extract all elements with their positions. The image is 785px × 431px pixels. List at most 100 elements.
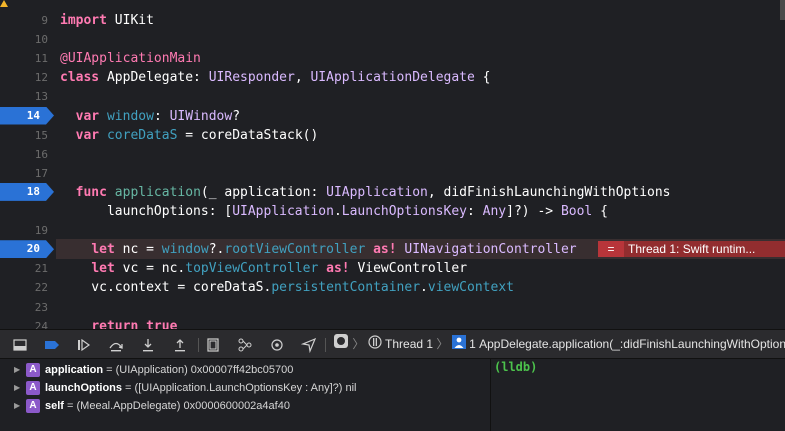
step-over-icon[interactable] [108, 337, 124, 353]
environment-overrides-icon[interactable] [269, 337, 285, 353]
code-token: UIResponder [208, 70, 295, 86]
frame-label[interactable]: 1 AppDelegate.application(_:didFinishLau… [469, 337, 785, 351]
simulate-location-icon[interactable] [300, 337, 317, 354]
breakpoints-toggle-icon[interactable] [44, 337, 60, 353]
code-token: window [161, 242, 209, 258]
code-token: AppDelegate: [99, 70, 209, 86]
code-token: nc = [114, 242, 162, 258]
disclosure-triangle-icon[interactable]: ▶ [14, 379, 20, 397]
error-annotation-badge[interactable]: = Thread 1: Swift runtim... [598, 241, 785, 258]
editor-scrollbar[interactable] [780, 0, 785, 20]
code-token: persistentContainer [271, 280, 421, 296]
variable-name: launchOptions [45, 382, 122, 394]
code-line[interactable]: vc.context = coreDataS.persistentContain… [60, 278, 514, 297]
thread-label[interactable]: Thread 1 [385, 337, 433, 351]
memory-graph-icon[interactable] [237, 337, 253, 353]
code-editor[interactable]: 910111213141516171819202122232425 import… [0, 0, 785, 329]
user-frame-icon [451, 331, 466, 359]
code-token: coreDataS [106, 127, 178, 143]
code-token: true [146, 318, 178, 329]
hide-debug-area-icon[interactable] [12, 337, 28, 353]
disclosure-triangle-icon[interactable]: ▶ [14, 397, 20, 415]
line-number: 12 [34, 71, 48, 85]
error-message: Thread 1: Swift runtim... [628, 242, 756, 257]
line-number-gutter[interactable]: 910111213141516171819202122232425 [0, 0, 56, 329]
code-token: UIApplicationDelegate [310, 70, 475, 86]
code-token: application [114, 184, 201, 200]
line-number: 14 [26, 108, 40, 122]
line-number: 21 [34, 262, 48, 276]
line-number: 18 [26, 184, 40, 198]
warning-icon[interactable] [0, 0, 8, 7]
code-line[interactable]: return true [60, 317, 177, 329]
line-number: 17 [34, 166, 48, 180]
code-token: class [60, 70, 100, 86]
code-token: topViewController [185, 261, 319, 277]
variable-name: self [45, 400, 64, 412]
code-token: Any [482, 204, 507, 219]
debug-breadcrumb[interactable]: 〉 Thread 1 〉 1 AppDelegate.application(_… [333, 330, 785, 358]
line-number: 10 [34, 33, 48, 47]
lldb-console[interactable]: (lldb) [491, 359, 785, 431]
breakpoint-marker[interactable]: 14 [0, 106, 54, 125]
argument-badge-icon: A [26, 381, 40, 395]
argument-badge-icon: A [26, 399, 40, 413]
code-line[interactable]: class AppDelegate: UIResponder, UIApplic… [60, 68, 491, 87]
code-line[interactable]: import UIKit [60, 11, 154, 30]
code-line[interactable]: let nc = window?.rootViewController as! … [60, 240, 576, 259]
code-token: { [474, 70, 491, 86]
code-token: window [106, 108, 154, 124]
code-token: ?. [208, 242, 225, 258]
code-token: viewContext [427, 280, 514, 296]
line-number: 16 [34, 147, 48, 161]
argument-badge-icon: A [26, 363, 40, 377]
code-token: ViewController [349, 261, 468, 277]
view-hierarchy-icon[interactable] [205, 337, 221, 353]
code-token: as! [326, 261, 350, 277]
code-token: vc.context = coreDataS. [60, 280, 272, 296]
code-token: UIApplication [232, 204, 334, 219]
code-token: var [75, 108, 100, 124]
variable-text: launchOptions = ([UIApplication.LaunchOp… [45, 379, 357, 397]
variables-view[interactable]: ▶ Aapplication = (UIApplication) 0x00007f… [0, 359, 491, 431]
code-token: . [333, 204, 342, 219]
code-token: var [75, 127, 100, 143]
code-token: let [91, 261, 115, 277]
step-into-icon[interactable] [140, 337, 156, 353]
code-token: vc = nc. [114, 261, 186, 277]
code-line[interactable]: @UIApplicationMain [60, 49, 201, 68]
breakpoint-marker[interactable]: 20 [0, 240, 54, 259]
toolbar-divider [325, 338, 326, 352]
code-token: UIKit [106, 13, 154, 28]
breakpoint-marker[interactable]: 18 [0, 182, 54, 201]
code-token: { [592, 204, 608, 219]
code-token: , didFinishLaunchingWithOptions [427, 184, 671, 200]
code-token: ? [232, 108, 241, 124]
code-token: func [75, 184, 107, 200]
code-token: UIApplication [326, 184, 428, 200]
code-token: : [153, 108, 170, 124]
line-number: 13 [34, 90, 48, 104]
continue-icon[interactable] [76, 337, 92, 353]
code-token: ]?) -> [506, 204, 561, 219]
code-line[interactable]: launchOptions: [UIApplication.LaunchOpti… [60, 202, 608, 221]
line-number: 19 [34, 224, 48, 238]
code-token: Bool [560, 204, 593, 219]
code-line[interactable]: let vc = nc.topViewController as! ViewCo… [60, 259, 467, 278]
code-token: LaunchOptionsKey [341, 204, 467, 219]
code-line[interactable]: var coreDataS = coreDataStack() [60, 126, 319, 145]
disclosure-triangle-icon[interactable]: ▶ [14, 361, 20, 379]
code-line[interactable]: var window: UIWindow? [60, 107, 240, 126]
step-out-icon[interactable] [172, 337, 188, 353]
line-number: 22 [34, 281, 48, 295]
error-icon: = [598, 241, 624, 258]
code-token: as! [373, 242, 397, 258]
code-token: import [60, 13, 107, 28]
line-number: 9 [41, 14, 48, 27]
app-icon[interactable] [333, 331, 349, 359]
code-token: : [467, 204, 483, 219]
code-line[interactable]: func application(_ application: UIApplic… [60, 183, 671, 202]
